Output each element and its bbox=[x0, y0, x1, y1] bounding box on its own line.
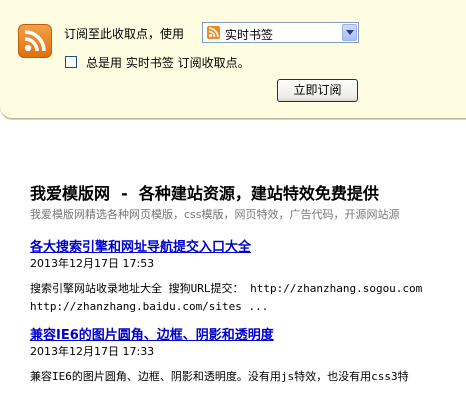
feed-item-body-line: 搜索引擎网站收录地址大全 搜狗URL提交： http://zhanzhang.s… bbox=[30, 282, 423, 295]
feed-title: 我爱模版网 - 各种建站资源，建站特效免费提供 bbox=[30, 184, 379, 203]
feed-item-body: 兼容IE6的图片圆角、边框、阴影和透明度。没有用js特效，也没有用css3特 bbox=[30, 368, 409, 386]
feed-item-date: 2013年12月17日 17:53 bbox=[30, 257, 155, 270]
always-use-label: 总是用 实时书签 订阅收取点。 bbox=[86, 56, 250, 70]
feed-description: 我爱模版网精选各种网页模版，css模版，网页特效，广告代码，开源网站源 bbox=[30, 208, 400, 221]
reader-select-value: 实时书签 bbox=[225, 28, 274, 42]
subscribe-now-button[interactable]: 立即订阅 bbox=[277, 79, 358, 102]
rss-feed-icon bbox=[207, 26, 220, 39]
subscribe-panel: 订阅至此收取点，使用 实时书签 总是用 实时书签 订阅收取点。 立即订阅 bbox=[0, 0, 466, 119]
feed-item-body-line: 兼容IE6的图片圆角、边框、阴影和透明度。没有用js特效，也没有用css3特 bbox=[30, 370, 409, 383]
feed-item-title-link[interactable]: 兼容IE6的图片圆角、边框、阴影和透明度 bbox=[30, 324, 274, 343]
feed-item-body: 搜索引擎网站收录地址大全 搜狗URL提交： http://zhanzhang.s… bbox=[30, 280, 422, 316]
subscribe-label: 订阅至此收取点，使用 bbox=[64, 27, 185, 41]
reader-select[interactable]: 实时书签 bbox=[202, 22, 359, 43]
feed-item-title-link[interactable]: 各大搜索引擎和网址导航提交入口大全 bbox=[30, 236, 251, 255]
rss-feed-icon bbox=[18, 24, 52, 58]
chevron-down-icon[interactable] bbox=[342, 24, 357, 41]
feed-item-body-line: http://zhanzhang.baidu.com/sites ... bbox=[30, 300, 269, 313]
always-use-checkbox[interactable] bbox=[65, 56, 77, 68]
feed-item-date: 2013年12月17日 17:33 bbox=[30, 345, 155, 358]
